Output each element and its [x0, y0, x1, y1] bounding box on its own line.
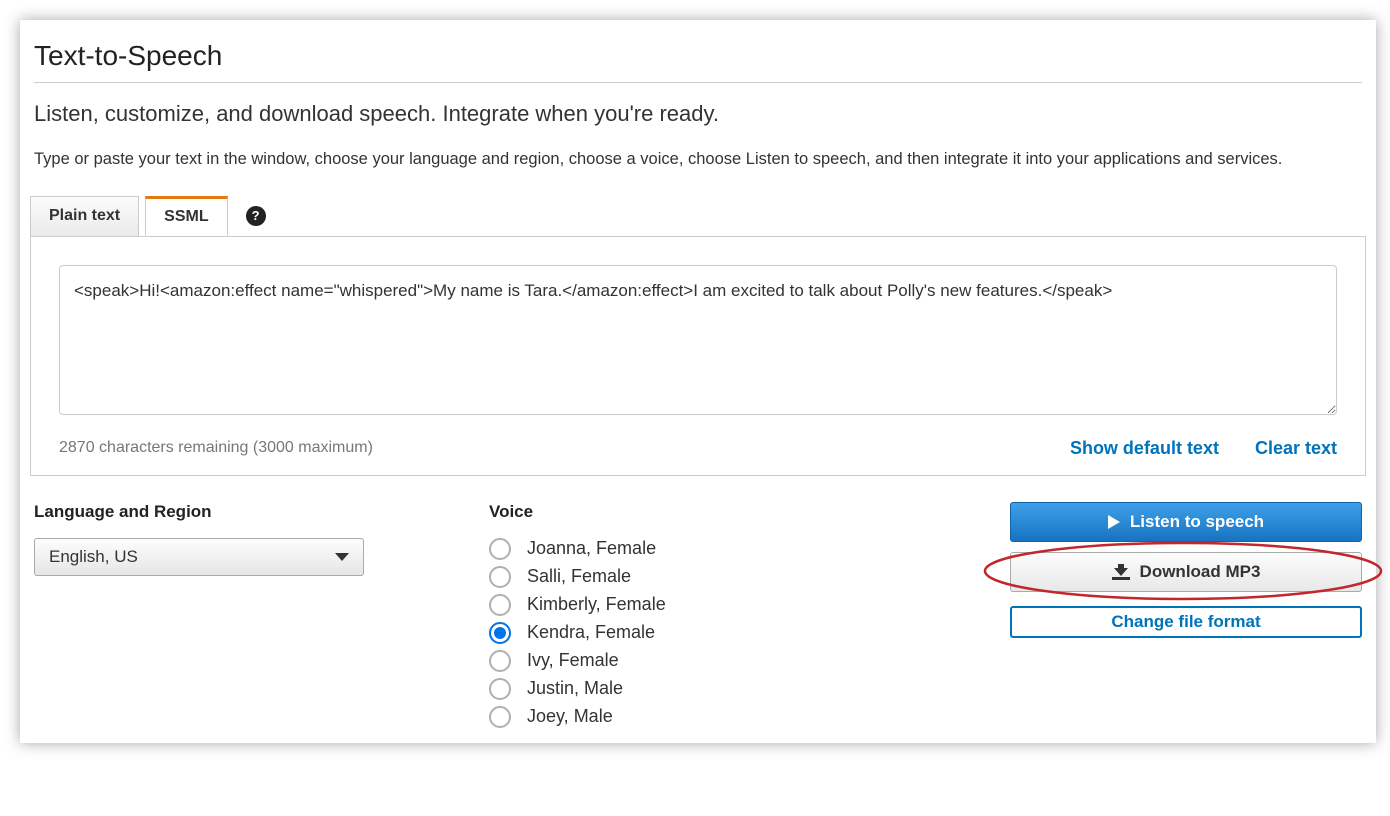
radio-icon: [489, 706, 511, 728]
listen-to-speech-button[interactable]: Listen to speech: [1010, 502, 1362, 542]
change-file-format-button[interactable]: Change file format: [1010, 606, 1362, 638]
voice-option[interactable]: Joey, Male: [489, 706, 929, 728]
radio-icon: [489, 678, 511, 700]
change-format-label: Change file format: [1111, 612, 1260, 632]
title-divider: [34, 82, 1362, 83]
voice-option-label: Joey, Male: [527, 706, 613, 727]
radio-icon: [489, 622, 511, 644]
editor-panel: 2870 characters remaining (3000 maximum)…: [30, 236, 1366, 476]
language-dropdown[interactable]: English, US: [34, 538, 364, 576]
download-mp3-button[interactable]: Download MP3: [1010, 552, 1362, 592]
voice-option-label: Kendra, Female: [527, 622, 655, 643]
character-count: 2870 characters remaining (3000 maximum): [59, 439, 1034, 457]
voice-option-label: Salli, Female: [527, 566, 631, 587]
page-title: Text-to-Speech: [34, 40, 1362, 82]
voice-option[interactable]: Kendra, Female: [489, 622, 929, 644]
tab-row: Plain text SSML ?: [30, 196, 1366, 236]
actions-column: Listen to speech Download MP3 Change fil…: [929, 502, 1362, 728]
show-default-text-button[interactable]: Show default text: [1070, 438, 1219, 459]
chevron-down-icon: [335, 553, 349, 561]
voice-option-label: Ivy, Female: [527, 650, 619, 671]
editor-footer: 2870 characters remaining (3000 maximum)…: [59, 438, 1337, 459]
radio-icon: [489, 594, 511, 616]
voice-option-label: Justin, Male: [527, 678, 623, 699]
radio-icon: [489, 566, 511, 588]
download-icon: [1112, 564, 1130, 580]
tab-plain-text[interactable]: Plain text: [30, 196, 139, 236]
controls-row: Language and Region English, US Voice Jo…: [30, 502, 1366, 728]
voice-option[interactable]: Joanna, Female: [489, 538, 929, 560]
language-label: Language and Region: [34, 502, 489, 522]
radio-icon: [489, 538, 511, 560]
radio-icon: [489, 650, 511, 672]
voice-option[interactable]: Justin, Male: [489, 678, 929, 700]
voice-label: Voice: [489, 502, 929, 522]
play-icon: [1108, 515, 1120, 529]
page-subtitle: Listen, customize, and download speech. …: [34, 101, 1362, 127]
ssml-input[interactable]: [59, 265, 1337, 415]
language-selected-value: English, US: [49, 547, 335, 567]
download-highlight-wrap: Download MP3: [1010, 552, 1362, 602]
voice-option[interactable]: Salli, Female: [489, 566, 929, 588]
voice-option[interactable]: Kimberly, Female: [489, 594, 929, 616]
page-description: Type or paste your text in the window, c…: [34, 145, 1362, 174]
tab-ssml[interactable]: SSML: [145, 196, 227, 236]
voice-column: Voice Joanna, Female Salli, Female Kimberl…: [489, 502, 929, 728]
voice-option-label: Joanna, Female: [527, 538, 656, 559]
listen-button-label: Listen to speech: [1130, 512, 1264, 532]
download-button-label: Download MP3: [1140, 562, 1261, 582]
voice-option[interactable]: Ivy, Female: [489, 650, 929, 672]
help-icon[interactable]: ?: [246, 206, 266, 226]
voice-option-label: Kimberly, Female: [527, 594, 666, 615]
clear-text-button[interactable]: Clear text: [1255, 438, 1337, 459]
language-column: Language and Region English, US: [34, 502, 489, 728]
page-container: Text-to-Speech Listen, customize, and do…: [20, 20, 1376, 743]
voice-list: Joanna, Female Salli, Female Kimberly, Fem…: [489, 538, 929, 728]
